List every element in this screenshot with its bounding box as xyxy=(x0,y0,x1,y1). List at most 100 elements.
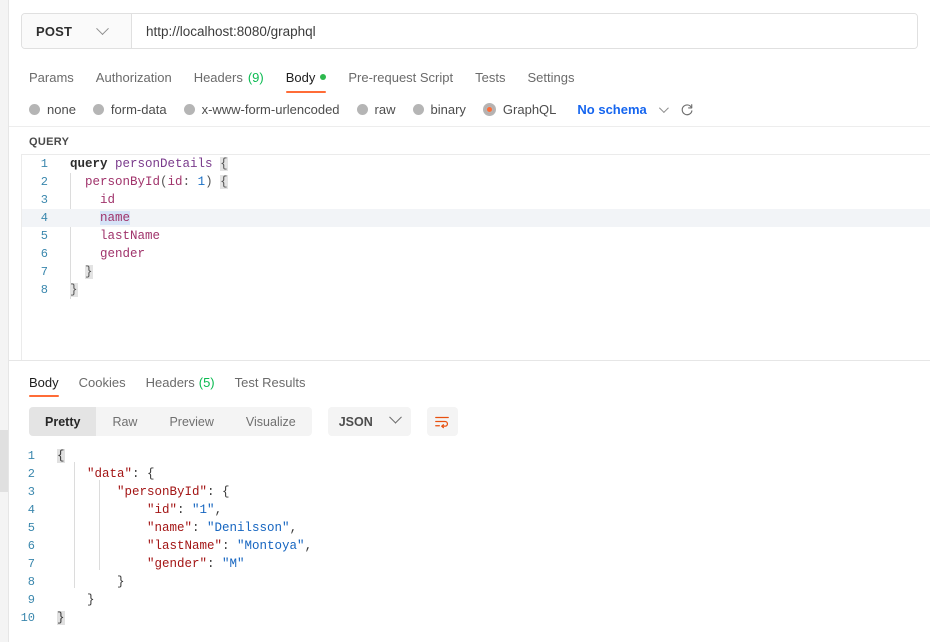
response-line: 1{ xyxy=(9,447,930,465)
code-text: } xyxy=(70,283,78,297)
request-tab-label: Body xyxy=(285,69,316,85)
postman-request-window: POST http://localhost:8080/graphql Param… xyxy=(0,0,930,642)
response-view-raw[interactable]: Raw xyxy=(96,407,153,436)
chevron-down-icon[interactable] xyxy=(658,103,669,114)
request-tab-body[interactable]: Body xyxy=(275,61,338,93)
response-format-label: JSON xyxy=(338,414,373,429)
body-type-radio-form-data[interactable]: form-data xyxy=(92,102,167,117)
response-tab-label: Headers xyxy=(145,374,195,390)
line-number: 3 xyxy=(40,193,48,207)
left-rail xyxy=(0,0,9,642)
request-tab-headers[interactable]: Headers (9) xyxy=(183,61,275,93)
radio-icon xyxy=(356,104,368,115)
response-view-preview[interactable]: Preview xyxy=(153,407,229,436)
response-tab-count: (5) xyxy=(198,374,215,390)
line-number: 5 xyxy=(27,521,35,535)
code-text: } xyxy=(57,611,65,625)
radio-icon xyxy=(412,104,424,115)
line-number: 5 xyxy=(40,229,48,243)
query-line: 4 name xyxy=(22,209,930,227)
response-tab-label: Test Results xyxy=(234,374,306,390)
left-rail-scroll-thumb[interactable] xyxy=(0,430,8,492)
line-number: 8 xyxy=(40,283,48,297)
body-type-radio-graphql[interactable]: GraphQL xyxy=(482,102,557,117)
main-content: POST http://localhost:8080/graphql Param… xyxy=(9,0,930,642)
request-tabs: Params Authorization Headers (9) Body Pre-req… xyxy=(9,61,930,93)
response-tab-test-results[interactable]: Test Results xyxy=(225,367,316,397)
response-line: 3 "personById": { xyxy=(9,483,930,501)
request-tab-authorization[interactable]: Authorization xyxy=(85,61,183,93)
request-tab-label: Pre-request Script xyxy=(348,69,454,85)
body-type-radio-binary[interactable]: binary xyxy=(412,102,466,117)
refresh-schema-icon[interactable] xyxy=(680,103,694,117)
body-type-radio-x-www-form-urlencoded[interactable]: x-www-form-urlencoded xyxy=(183,102,340,117)
wrap-lines-button[interactable] xyxy=(426,407,458,436)
request-tab-label: Tests xyxy=(475,69,506,85)
response-tab-cookies[interactable]: Cookies xyxy=(69,367,136,397)
code-text: name xyxy=(100,211,131,225)
schema-selector-link[interactable]: No schema xyxy=(577,102,646,117)
code-text: id xyxy=(100,193,116,207)
response-format-select[interactable]: JSON xyxy=(327,407,411,436)
line-number: 7 xyxy=(40,265,48,279)
line-number: 2 xyxy=(40,175,48,189)
code-text: "id": "1", xyxy=(147,503,223,517)
code-text: } xyxy=(85,265,93,279)
code-text: "lastName": "Montoya", xyxy=(147,539,313,553)
response-tabs: Body Cookies Headers (5) Test Results xyxy=(9,367,930,397)
code-text: personById(id: 1) { xyxy=(85,175,228,189)
response-tab-headers[interactable]: Headers (5) xyxy=(136,367,225,397)
radio-icon xyxy=(482,103,496,116)
body-type-radio-raw[interactable]: raw xyxy=(356,102,396,117)
line-number: 3 xyxy=(27,485,35,499)
http-method-select[interactable]: POST xyxy=(22,14,132,48)
code-text: } xyxy=(117,575,125,589)
request-tab-label: Authorization xyxy=(95,69,172,85)
body-type-label: binary xyxy=(430,102,466,117)
code-text: lastName xyxy=(100,229,161,243)
response-pane: Body Cookies Headers (5) Test Results Pretty… xyxy=(9,360,930,642)
response-view-visualize[interactable]: Visualize xyxy=(230,407,312,436)
url-bar-container: POST http://localhost:8080/graphql xyxy=(9,0,930,49)
request-url-input[interactable]: http://localhost:8080/graphql xyxy=(132,14,917,48)
code-text: query personDetails { xyxy=(70,157,228,171)
request-tab-settings[interactable]: Settings xyxy=(516,61,585,93)
chevron-down-icon xyxy=(388,410,402,424)
line-number: 9 xyxy=(27,593,35,607)
code-text: { xyxy=(57,449,65,463)
body-type-label: raw xyxy=(374,102,396,117)
query-line: 5 lastName xyxy=(22,227,930,245)
radio-icon xyxy=(92,104,104,115)
code-text: "data": { xyxy=(87,467,155,481)
line-number: 4 xyxy=(40,211,48,225)
line-number: 1 xyxy=(40,157,48,171)
radio-icon xyxy=(183,104,195,115)
query-line: 6 gender xyxy=(22,245,930,263)
request-tab-label: Params xyxy=(29,69,74,85)
request-tab-pre-request-script[interactable]: Pre-request Script xyxy=(337,61,464,93)
response-tab-body[interactable]: Body xyxy=(21,367,69,397)
line-number: 6 xyxy=(40,247,48,261)
body-type-label: GraphQL xyxy=(502,102,557,117)
response-tab-label: Body xyxy=(29,374,59,390)
response-line: 4 "id": "1", xyxy=(9,501,930,519)
response-line: 7 "gender": "M" xyxy=(9,555,930,573)
query-code[interactable]: 1 query personDetails { 2 personById(id: 1… xyxy=(22,155,930,299)
request-tab-tests[interactable]: Tests xyxy=(464,61,516,93)
graphql-query-editor[interactable]: 1 query personDetails { 2 personById(id: 1… xyxy=(21,154,930,360)
query-line: 7 } xyxy=(22,263,930,281)
query-line: 2 personById(id: 1) { xyxy=(22,173,930,191)
request-tab-params[interactable]: Params xyxy=(21,61,85,93)
body-type-radio-none[interactable]: none xyxy=(29,102,76,117)
response-view-pretty[interactable]: Pretty xyxy=(29,407,97,436)
line-number: 7 xyxy=(27,557,35,571)
response-body-viewer[interactable]: 1{2 "data": {3 "personById": {4 "id": "1… xyxy=(9,444,930,642)
response-line: 5 "name": "Denilsson", xyxy=(9,519,930,537)
url-bar: POST http://localhost:8080/graphql xyxy=(21,13,918,49)
query-section-label: QUERY xyxy=(29,136,70,148)
response-code[interactable]: 1{2 "data": {3 "personById": {4 "id": "1… xyxy=(9,447,930,627)
code-text: gender xyxy=(100,247,146,261)
body-type-options: none form-data x-www-form-urlencoded raw bin… xyxy=(9,93,930,127)
body-type-label: form-data xyxy=(110,102,167,117)
body-type-label: none xyxy=(47,102,76,117)
